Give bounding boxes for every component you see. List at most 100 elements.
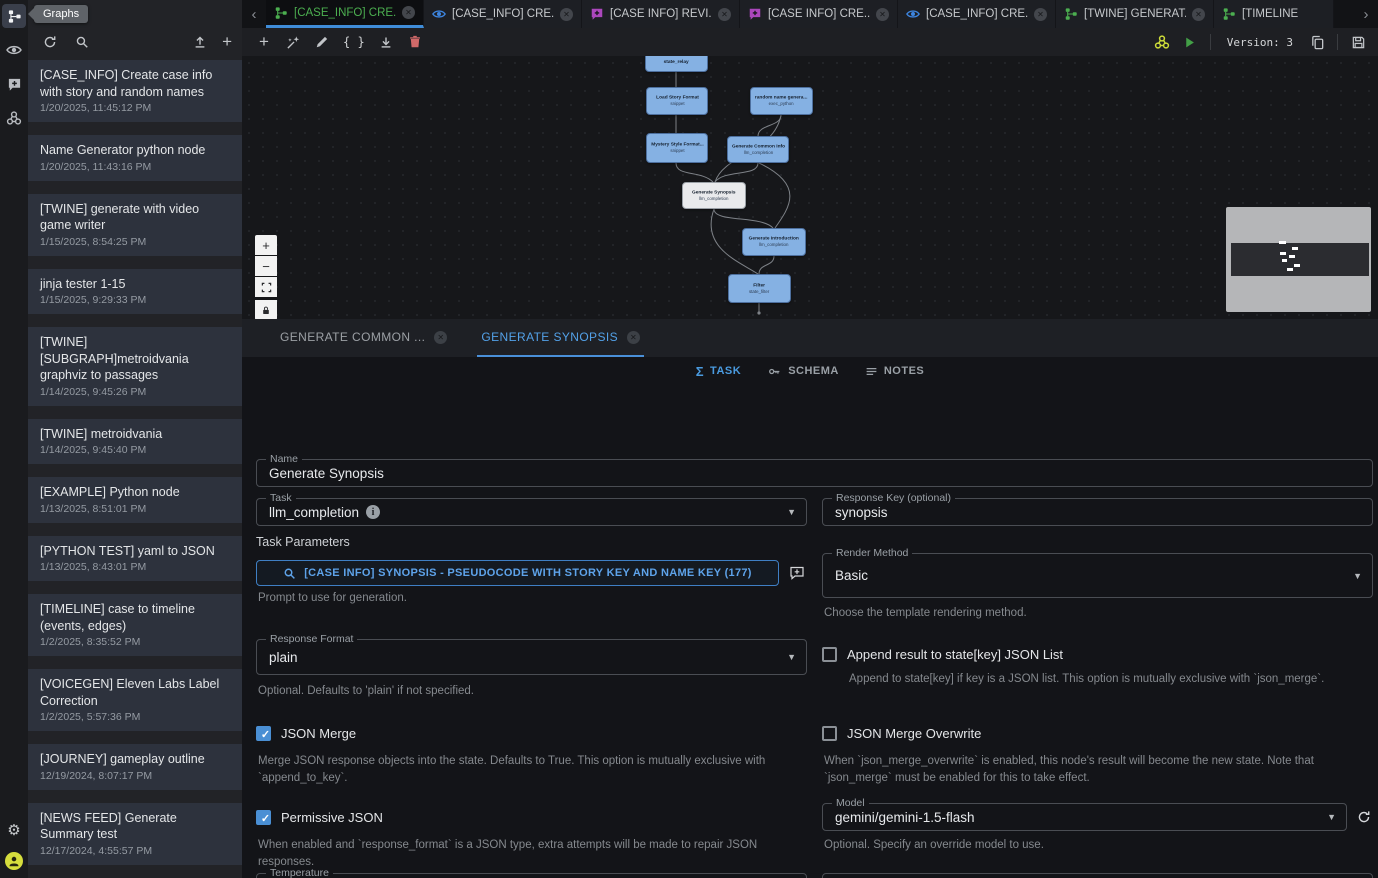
- temperature-field[interactable]: Temperature 1.3: [256, 873, 807, 878]
- graph-canvas[interactable]: state_relay Load Story Formatsnippet ran…: [242, 56, 1378, 319]
- close-icon[interactable]: ✕: [718, 8, 731, 21]
- close-icon[interactable]: ✕: [434, 331, 447, 344]
- tab-case-info-preview[interactable]: [CASE_INFO] CRE... ✕: [424, 0, 582, 28]
- delete-trash-icon[interactable]: [407, 34, 423, 50]
- search-icon[interactable]: [74, 34, 90, 50]
- list-item[interactable]: [JOURNEY] gameplay outline12/19/2024, 8:…: [28, 744, 242, 790]
- comment-plus-icon: [590, 7, 604, 21]
- zoom-out-button[interactable]: −: [255, 256, 277, 276]
- list-item[interactable]: [EXAMPLE] Python node1/13/2025, 8:51:01 …: [28, 477, 242, 523]
- graph-node[interactable]: Generate Introductionllm_completion: [742, 228, 806, 256]
- tab-bar: ‹ [CASE_INFO] CRE... ✕ [CASE_INFO] CRE..…: [242, 0, 1378, 28]
- tab-case-info-graph[interactable]: [CASE_INFO] CRE... ✕: [266, 0, 424, 28]
- name-field[interactable]: Name Generate Synopsis: [256, 459, 1373, 487]
- add-node-icon[interactable]: +: [256, 34, 272, 50]
- close-icon[interactable]: ✕: [627, 331, 640, 344]
- info-icon[interactable]: i: [366, 505, 380, 519]
- close-icon[interactable]: ✕: [1034, 8, 1047, 21]
- node-tab-generate-common[interactable]: GENERATE COMMON ... ✕: [276, 319, 451, 357]
- json-merge-overwrite-checkbox[interactable]: JSON Merge Overwrite: [822, 726, 981, 741]
- checkbox-icon[interactable]: [822, 647, 837, 662]
- graph-icon: [1064, 7, 1078, 21]
- graph-node[interactable]: Load Story Formatsnippet: [646, 87, 708, 115]
- append-to-key-helper: Append to state[key] if key is a JSON li…: [849, 671, 1378, 688]
- refresh-icon[interactable]: [42, 34, 58, 50]
- tabs-scroll-right-icon[interactable]: ›: [1354, 0, 1378, 28]
- list-item[interactable]: [TWINE] metroidvania1/14/2025, 9:45:40 P…: [28, 419, 242, 465]
- settings-button[interactable]: ⚙: [2, 818, 26, 842]
- minimap-viewport[interactable]: [1231, 243, 1369, 276]
- chevron-down-icon[interactable]: ▼: [1327, 812, 1336, 822]
- list-item[interactable]: [TWINE] generate with video game writer1…: [28, 194, 242, 256]
- tab-case-info-preview-2[interactable]: [CASE_INFO] CRE... ✕: [898, 0, 1056, 28]
- tab-timeline[interactable]: [TIMELINE: [1214, 0, 1334, 28]
- copy-icon[interactable]: [1309, 34, 1325, 50]
- json-merge-checkbox[interactable]: JSON Merge: [256, 726, 356, 741]
- task-select[interactable]: Task llm_completioni ▼: [256, 498, 807, 526]
- auto-layout-wand-icon[interactable]: [285, 34, 301, 50]
- render-method-select[interactable]: Render Method Basic ▼: [822, 553, 1373, 598]
- zoom-in-button[interactable]: +: [255, 235, 277, 255]
- prompt-select-button[interactable]: [CASE INFO] SYNOPSIS - PSEUDOCODE WITH S…: [256, 560, 779, 586]
- graph-node[interactable]: Mystery Style Format...snippet: [646, 133, 708, 163]
- webhook-icon[interactable]: [1154, 34, 1170, 50]
- close-icon[interactable]: ✕: [402, 6, 415, 19]
- model-select[interactable]: Model gemini/gemini-1.5-flash ▼: [822, 803, 1347, 831]
- chevron-down-icon[interactable]: ▼: [787, 507, 796, 517]
- tab-schema[interactable]: SCHEMA: [767, 365, 839, 378]
- tab-notes[interactable]: NOTES: [865, 365, 924, 378]
- tab-case-info-review[interactable]: [CASE INFO] REVI... ✕: [582, 0, 740, 28]
- graph-node[interactable]: state_relay: [645, 56, 708, 72]
- rail-item-webhooks[interactable]: [2, 106, 26, 130]
- download-icon[interactable]: [378, 34, 394, 50]
- account-avatar[interactable]: [5, 852, 23, 870]
- list-item[interactable]: [TIMELINE] case to timeline (events, edg…: [28, 594, 242, 656]
- list-item[interactable]: Name Generator python node1/20/2025, 11:…: [28, 135, 242, 181]
- chevron-down-icon[interactable]: ▼: [787, 652, 796, 662]
- graph-node[interactable]: Generate Common Infollm_completion: [727, 136, 789, 163]
- fit-view-button[interactable]: [255, 277, 277, 297]
- tab-case-info-create[interactable]: [CASE INFO] CRE... ✕: [740, 0, 898, 28]
- node-tab-generate-synopsis[interactable]: GENERATE SYNOPSIS ✕: [477, 319, 644, 357]
- close-icon[interactable]: ✕: [876, 8, 889, 21]
- list-item[interactable]: [TWINE][SUBGRAPH]metroidvania graphviz t…: [28, 327, 242, 406]
- open-prompt-icon[interactable]: [788, 564, 806, 582]
- seed-field[interactable]: Seed: [822, 873, 1373, 878]
- response-key-field[interactable]: Response Key (optional) synopsis: [822, 498, 1373, 526]
- editor-sub-tabs: ΣTASK SCHEMA NOTES: [242, 357, 1378, 385]
- rail-item-graphs[interactable]: [2, 4, 26, 28]
- lock-button[interactable]: [255, 300, 277, 319]
- refresh-models-icon[interactable]: [1355, 808, 1373, 826]
- run-play-icon[interactable]: [1182, 34, 1198, 50]
- graph-node[interactable]: random name genera...exec_python: [750, 87, 813, 115]
- checkbox-icon[interactable]: [822, 726, 837, 741]
- list-item[interactable]: jinja tester 1-151/15/2025, 9:29:33 PM: [28, 269, 242, 315]
- tabs-scroll-left-icon[interactable]: ‹: [242, 0, 266, 28]
- version-label: Version: 3: [1223, 36, 1297, 49]
- checkbox-icon[interactable]: [256, 726, 271, 741]
- save-icon[interactable]: [1350, 34, 1366, 50]
- append-to-key-checkbox[interactable]: Append result to state[key] JSON List: [822, 647, 1063, 662]
- checkbox-icon[interactable]: [256, 810, 271, 825]
- rail-item-prompts[interactable]: [2, 72, 26, 96]
- close-icon[interactable]: ✕: [1192, 8, 1205, 21]
- list-item[interactable]: [VOICEGEN] Eleven Labs Label Correction1…: [28, 669, 242, 731]
- graph-node[interactable]: Filterstate_filter: [728, 274, 791, 303]
- chevron-down-icon[interactable]: ▼: [1353, 571, 1362, 581]
- list-item[interactable]: [NEWS FEED] Generate Summary test12/17/2…: [28, 803, 242, 865]
- permissive-json-checkbox[interactable]: Permissive JSON: [256, 810, 383, 825]
- graph-node-selected[interactable]: Generate Synopsisllm_completion: [682, 182, 746, 209]
- minimap[interactable]: [1226, 207, 1371, 312]
- json-view-icon[interactable]: { }: [343, 35, 365, 49]
- list-item[interactable]: [PYTHON TEST] yaml to JSON1/13/2025, 8:4…: [28, 536, 242, 582]
- rail-item-preview[interactable]: [2, 38, 26, 62]
- tab-task[interactable]: ΣTASK: [696, 364, 741, 379]
- response-format-select[interactable]: Response Format plain ▼: [256, 639, 807, 675]
- tab-twine-generate[interactable]: [TWINE] GENERAT... ✕: [1056, 0, 1214, 28]
- comment-plus-icon: [748, 7, 762, 21]
- add-graph-button[interactable]: +: [222, 34, 232, 50]
- edit-pencil-icon[interactable]: [314, 34, 330, 50]
- upload-icon[interactable]: [192, 34, 208, 50]
- list-item[interactable]: [CASE_INFO] Create case info with story …: [28, 60, 242, 122]
- close-icon[interactable]: ✕: [560, 8, 573, 21]
